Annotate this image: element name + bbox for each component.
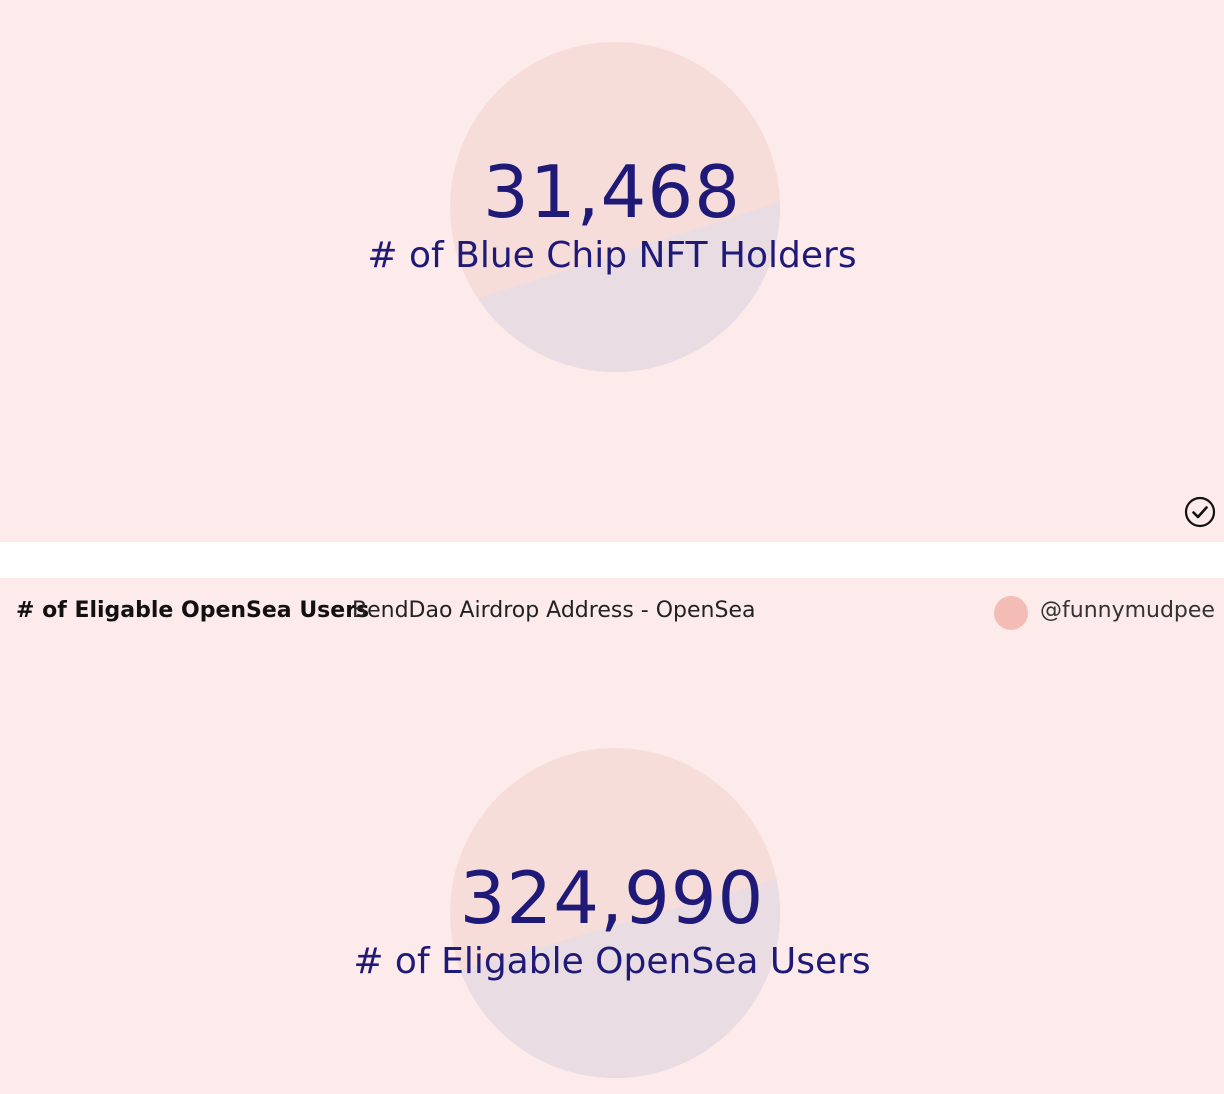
- dashboard-page: 31,468 # of Blue Chip NFT Holders # of E…: [0, 0, 1224, 1094]
- counter-label: # of Blue Chip NFT Holders: [367, 235, 857, 276]
- counter-block: 31,468 # of Blue Chip NFT Holders: [0, 156, 1224, 274]
- counter-label: # of Eligable OpenSea Users: [353, 941, 871, 982]
- widget-header: # of Eligable OpenSea Users BendDao Aird…: [0, 578, 1224, 650]
- counter-value: 31,468: [483, 150, 741, 234]
- counter-widget-opensea: # of Eligable OpenSea Users BendDao Aird…: [0, 578, 1224, 1094]
- query-subtitle-link[interactable]: BendDao Airdrop Address - OpenSea: [352, 598, 755, 623]
- author-avatar[interactable]: [994, 596, 1028, 630]
- counter-value: 324,990: [459, 856, 765, 940]
- counter-block: 324,990 # of Eligable OpenSea Users: [0, 862, 1224, 980]
- author-handle-link[interactable]: @funnymudpee: [1040, 598, 1215, 623]
- counter-widget-blue-chip: 31,468 # of Blue Chip NFT Holders: [0, 0, 1224, 542]
- query-title-link[interactable]: # of Eligable OpenSea Users: [16, 598, 369, 623]
- check-circle-icon[interactable]: [1184, 496, 1216, 528]
